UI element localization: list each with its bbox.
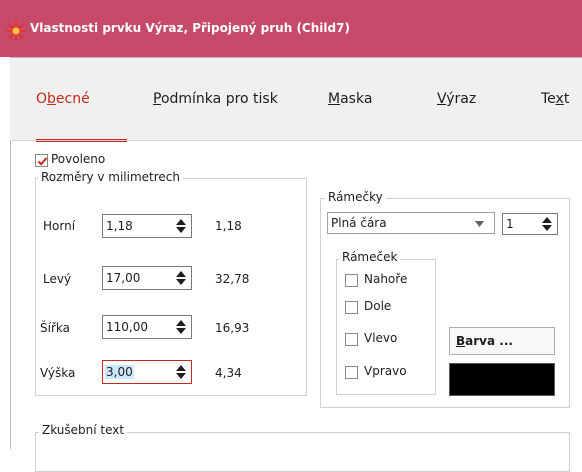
tab-text-label: Text bbox=[541, 91, 570, 107]
enabled-label: Povoleno bbox=[51, 152, 106, 166]
frame-left-checkbox[interactable] bbox=[345, 333, 358, 346]
width-spinner[interactable]: 110,00 bbox=[102, 315, 192, 339]
top-spinner[interactable]: 1,18 bbox=[102, 214, 192, 238]
spinner-arrows-icon[interactable] bbox=[175, 218, 187, 234]
height-label: Výška bbox=[40, 366, 76, 380]
frame-left-label: Vlevo bbox=[364, 331, 398, 345]
top-input-value: 1,18 bbox=[106, 219, 133, 233]
tab-print-condition-label: Podmínka pro tisk bbox=[153, 91, 278, 107]
tab-general[interactable]: Obecné bbox=[36, 91, 90, 107]
tab-mask[interactable]: Maska bbox=[328, 91, 372, 107]
dimensions-group-title: Rozměry v milimetrech bbox=[38, 170, 184, 184]
chevron-down-icon bbox=[475, 221, 484, 227]
sample-text-group bbox=[35, 432, 570, 472]
frame-top-label: Nahoře bbox=[364, 272, 408, 286]
line-style-dropdown[interactable]: Plná čára bbox=[327, 212, 495, 234]
color-button-label: Barva ... bbox=[456, 334, 513, 348]
line-style-value: Plná čára bbox=[331, 216, 387, 230]
left-label: Levý bbox=[43, 272, 72, 286]
spinner-arrows-icon[interactable] bbox=[175, 319, 187, 335]
spinner-arrows-icon[interactable] bbox=[175, 364, 187, 380]
left-input-value: 17,00 bbox=[106, 271, 141, 285]
frame-bottom-checkbox[interactable] bbox=[345, 301, 358, 314]
width-input-value: 110,00 bbox=[106, 320, 148, 334]
sample-text-group-title: Zkušební text bbox=[39, 423, 128, 437]
color-swatch bbox=[449, 363, 555, 396]
frame-right-label: Vpravo bbox=[364, 364, 407, 378]
borders-group-title: Rámečky bbox=[325, 190, 386, 204]
tab-mask-label: Maska bbox=[328, 91, 373, 107]
width-label: Šířka bbox=[40, 321, 70, 335]
tab-expression[interactable]: Výraz bbox=[437, 91, 476, 107]
top-computed: 1,18 bbox=[215, 219, 242, 233]
tab-divider bbox=[10, 140, 582, 141]
width-computed: 16,93 bbox=[215, 321, 250, 335]
tab-bar bbox=[10, 58, 582, 140]
tab-text[interactable]: Text bbox=[541, 91, 569, 107]
left-spinner[interactable]: 17,00 bbox=[102, 266, 192, 290]
tab-general-label: Obecné bbox=[36, 91, 90, 107]
left-computed: 32,78 bbox=[215, 272, 250, 286]
title-bar: Vlastnosti prvku Výraz, Připojený pruh (… bbox=[0, 0, 582, 57]
frame-group-title: Rámeček bbox=[339, 250, 401, 264]
gear-flower-icon bbox=[6, 21, 26, 41]
height-input-value: 3,00 bbox=[105, 365, 134, 379]
tab-expression-label: Výraz bbox=[437, 91, 477, 107]
tab-print-condition[interactable]: Podmínka pro tisk bbox=[153, 91, 278, 107]
frame-right-checkbox[interactable] bbox=[345, 366, 358, 379]
frame-bottom-label: Dole bbox=[364, 299, 392, 313]
line-width-spinner[interactable]: 1 bbox=[502, 213, 558, 235]
height-spinner[interactable]: 3,00 bbox=[102, 360, 192, 384]
top-label: Horní bbox=[43, 219, 76, 233]
color-button[interactable]: Barva ... bbox=[449, 327, 555, 355]
frame-top-checkbox[interactable] bbox=[345, 274, 358, 287]
spinner-arrows-icon[interactable] bbox=[175, 270, 187, 286]
line-width-value: 1 bbox=[506, 217, 514, 231]
spinner-arrows-icon[interactable] bbox=[541, 216, 553, 232]
check-icon bbox=[37, 157, 48, 166]
window-title: Vlastnosti prvku Výraz, Připojený pruh (… bbox=[30, 21, 350, 35]
enabled-checkbox[interactable] bbox=[35, 154, 48, 167]
height-computed: 4,34 bbox=[215, 366, 242, 380]
